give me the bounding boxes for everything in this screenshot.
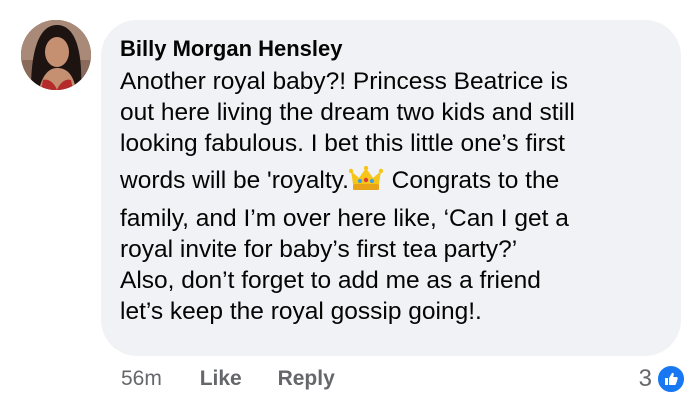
comment-line-part: Congrats to the bbox=[384, 167, 560, 194]
crown-icon bbox=[348, 163, 384, 190]
avatar-image bbox=[21, 20, 91, 90]
comment-line: royal invite for baby’s first tea party?… bbox=[120, 236, 518, 263]
comment-text: Another royal baby?! Princess Beatrice i… bbox=[120, 66, 671, 327]
comment-line: looking fabulous. I bet this little one’… bbox=[120, 130, 565, 157]
comment-line-with-emoji: words will be 'royalty. Congrats to the bbox=[120, 159, 671, 203]
comment-line: Another royal baby?! Princess Beatrice i… bbox=[120, 68, 569, 95]
avatar[interactable] bbox=[21, 20, 91, 90]
comment-author[interactable]: Billy Morgan Hensley bbox=[120, 36, 671, 62]
reply-button[interactable]: Reply bbox=[278, 364, 335, 394]
comment-line: Also, don’t forget to add me as a friend bbox=[120, 267, 541, 294]
comment-line-part: words will be 'royalty. bbox=[120, 167, 349, 194]
comment-line: out here living the dream two kids and s… bbox=[120, 99, 575, 126]
comment-line: let’s keep the royal gossip going!. bbox=[120, 298, 482, 325]
comment-line: family, and I’m over here like, ‘Can I g… bbox=[120, 205, 569, 232]
comment-actions: 56m Like Reply bbox=[121, 364, 335, 394]
like-button[interactable]: Like bbox=[200, 364, 242, 394]
reaction-summary[interactable]: 3 bbox=[639, 364, 686, 394]
reaction-count: 3 bbox=[638, 365, 652, 392]
comment-container: Billy Morgan Hensley Another royal baby?… bbox=[0, 0, 700, 410]
comment-timestamp[interactable]: 56m bbox=[121, 364, 162, 394]
like-icon bbox=[656, 364, 686, 394]
comment-bubble: Billy Morgan Hensley Another royal baby?… bbox=[101, 20, 681, 356]
